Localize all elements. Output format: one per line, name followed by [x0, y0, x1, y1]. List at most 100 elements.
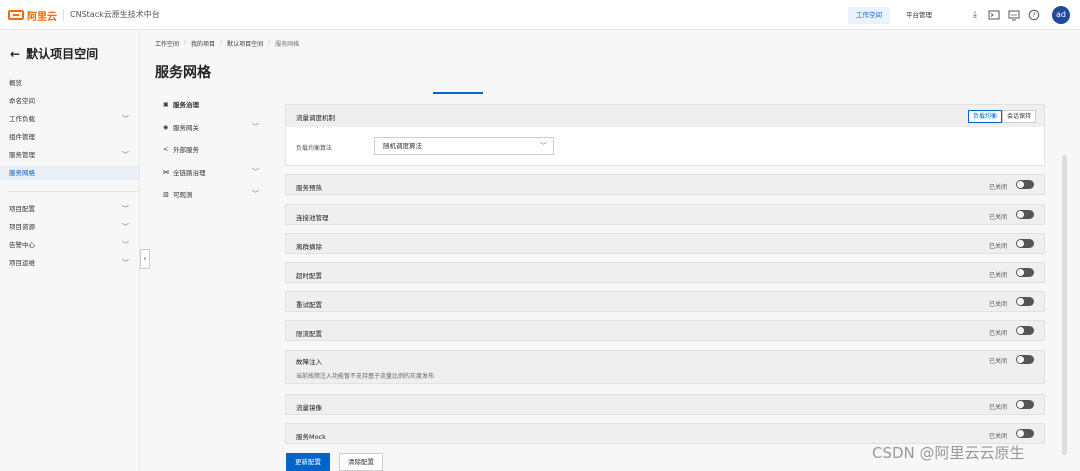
- sidebar-item-alert-center[interactable]: 告警中心 ﹀: [9, 238, 131, 252]
- mode-session-sticky-button[interactable]: 会话保持: [1001, 110, 1036, 123]
- share-icon: <: [163, 145, 169, 153]
- traffic-mirror-toggle[interactable]: [1016, 400, 1034, 409]
- mode-load-balance-button[interactable]: 负载均衡: [967, 110, 1002, 123]
- chevron-down-icon: ﹀: [122, 151, 129, 159]
- sidebar-item-workloads[interactable]: 工作负载 ﹀: [9, 112, 131, 126]
- panel-title: 流量镜像: [296, 404, 322, 412]
- subnav-service-governance[interactable]: ▣ 服务治理: [163, 98, 259, 110]
- breadcrumb-default-project[interactable]: 默认项目空间: [227, 39, 263, 48]
- sidebar-item-label: 工作负载: [9, 115, 35, 123]
- retry-toggle[interactable]: [1016, 297, 1034, 306]
- sidebar-item-namespace[interactable]: 命名空间: [9, 94, 131, 108]
- back-arrow-icon[interactable]: ←: [10, 47, 20, 61]
- timeout-toggle[interactable]: [1016, 268, 1034, 277]
- monitor-icon[interactable]: [1008, 9, 1020, 21]
- tab-workspace[interactable]: 工作空间: [848, 7, 890, 24]
- panel-title: 超时配置: [296, 272, 322, 280]
- subnav-label: 外部服务: [173, 146, 199, 154]
- active-tab-indicator: [433, 92, 483, 94]
- sidebar-item-label: 服务管理: [9, 151, 35, 159]
- warmup-toggle[interactable]: [1016, 180, 1034, 189]
- sidebar-header: ← 默认项目空间: [10, 45, 98, 62]
- watermark: CSDN @阿里云云原生: [872, 444, 1025, 462]
- fault-injection-toggle[interactable]: [1016, 355, 1034, 364]
- traffic-panel-header: 流量调度机制 负载均衡 会话保持: [286, 105, 1044, 127]
- chevron-down-icon: ﹀: [252, 123, 259, 131]
- chevron-down-icon: ﹀: [122, 205, 129, 213]
- terminal-icon[interactable]: [988, 9, 1000, 21]
- download-icon[interactable]: ⤓: [969, 9, 981, 21]
- svg-text:?: ?: [1032, 12, 1035, 19]
- outlier-detection-toggle[interactable]: [1016, 239, 1034, 248]
- subnav-external-service[interactable]: < 外部服务: [163, 143, 259, 155]
- sidebar-divider: [8, 191, 138, 192]
- traffic-panel-title: 流量调度机制: [296, 114, 335, 122]
- tab-platform-management[interactable]: 平台管理: [898, 7, 940, 24]
- panel-outlier-detection: 离群摘除 已关闭: [285, 233, 1045, 254]
- lb-algorithm-label: 负载均衡算法: [296, 145, 333, 152]
- breadcrumb-separator: /: [268, 39, 271, 46]
- panel-title: 服务Mock: [296, 433, 326, 441]
- sidebar-item-label: 告警中心: [9, 241, 35, 249]
- aliyun-logo[interactable]: 阿里云: [8, 7, 57, 23]
- subnav-label: 服务网关: [173, 124, 199, 132]
- page-title: 服务网格: [155, 65, 211, 81]
- sidebar-item-overview[interactable]: 概览: [9, 76, 131, 90]
- sidebar-item-label: 组件管理: [9, 133, 35, 141]
- chevron-down-icon: ﹀: [122, 241, 129, 249]
- mode-segmented-control: 负载均衡 会话保持: [967, 110, 1036, 123]
- rate-limit-toggle[interactable]: [1016, 326, 1034, 335]
- panel-status: 已关闭: [988, 330, 1007, 337]
- breadcrumb-my-projects[interactable]: 我的项目: [191, 39, 215, 48]
- panel-connection-pool: 连接池管理 已关闭: [285, 204, 1045, 225]
- subnav-observability[interactable]: ▥ 可观测 ﹀: [163, 188, 259, 200]
- sidebar-item-project-ops[interactable]: 项目运维 ﹀: [9, 256, 131, 270]
- chevron-down-icon: ﹀: [252, 190, 259, 198]
- panel-title: 故障注入: [296, 358, 322, 366]
- help-icon[interactable]: ?: [1028, 9, 1040, 21]
- panel-status: 已关闭: [988, 214, 1007, 221]
- subnav-label: 服务治理: [173, 101, 199, 109]
- breadcrumb-workspace[interactable]: 工作空间: [155, 39, 179, 48]
- sidebar-item-label: 概览: [9, 79, 22, 87]
- sidebar: ← 默认项目空间 概览 命名空间 工作负载 ﹀ 组件管理 服务管理 ﹀ 服务网格 项…: [0, 31, 140, 471]
- top-bar: 阿里云 CNStack云原生技术中台 工作空间 平台管理 ⤓ ? ad: [0, 0, 1080, 30]
- update-config-button[interactable]: 更新配置: [286, 453, 330, 471]
- chevron-down-icon: ﹀: [122, 115, 129, 123]
- sidebar-item-label: 项目配置: [9, 205, 35, 213]
- chevron-left-icon: ‹: [143, 254, 147, 263]
- lb-algorithm-value: 随机调度算法: [383, 142, 422, 150]
- clear-config-button[interactable]: 清除配置: [339, 453, 383, 471]
- sidebar-item-label: 服务网格: [9, 169, 35, 177]
- panel-title: 限流配置: [296, 330, 322, 338]
- sidebar-item-label: 项目资源: [9, 223, 35, 231]
- fault-injection-note: 当前故障注入功能暂不支持基于流量比例的灰度发布: [296, 373, 435, 380]
- panel-service-mock: 服务Mock 已关闭: [285, 423, 1045, 444]
- sidebar-item-project-config[interactable]: 项目配置 ﹀: [9, 202, 131, 216]
- sidebar-item-service-management[interactable]: 服务管理 ﹀: [9, 148, 131, 162]
- subnav-full-link-governance[interactable]: ⋈ 全链路治理 ﹀: [163, 166, 259, 178]
- lb-algorithm-select[interactable]: 随机调度算法 ﹀: [374, 137, 554, 155]
- subnav-label: 全链路治理: [173, 169, 206, 177]
- panel-status: 已关闭: [988, 272, 1007, 279]
- panel-status: 已关闭: [988, 243, 1007, 250]
- panel-status: 已关闭: [988, 184, 1007, 191]
- nodes-icon: ⋈: [163, 168, 169, 176]
- sidebar-item-service-mesh[interactable]: 服务网格: [0, 166, 139, 180]
- bar-chart-icon: ▥: [163, 190, 169, 198]
- aliyun-logo-icon: [8, 10, 24, 20]
- service-mock-toggle[interactable]: [1016, 429, 1034, 438]
- sidebar-item-components[interactable]: 组件管理: [9, 130, 131, 144]
- user-avatar[interactable]: ad: [1052, 6, 1070, 24]
- panel-status: 已关闭: [988, 358, 1007, 365]
- sidebar-item-label: 项目运维: [9, 259, 35, 267]
- logo-text: 阿里云: [27, 11, 57, 23]
- sidebar-item-project-resources[interactable]: 项目资源 ﹀: [9, 220, 131, 234]
- chevron-down-icon: ﹀: [122, 259, 129, 267]
- collapse-sidebar-button[interactable]: ‹: [140, 249, 150, 269]
- subnav-service-gateway[interactable]: ◉ 服务网关 ﹀: [163, 121, 259, 133]
- panel-traffic-mirror: 流量镜像 已关闭: [285, 394, 1045, 415]
- connection-pool-toggle[interactable]: [1016, 210, 1034, 219]
- scrollbar[interactable]: [1062, 155, 1067, 455]
- logo-divider: [63, 9, 64, 21]
